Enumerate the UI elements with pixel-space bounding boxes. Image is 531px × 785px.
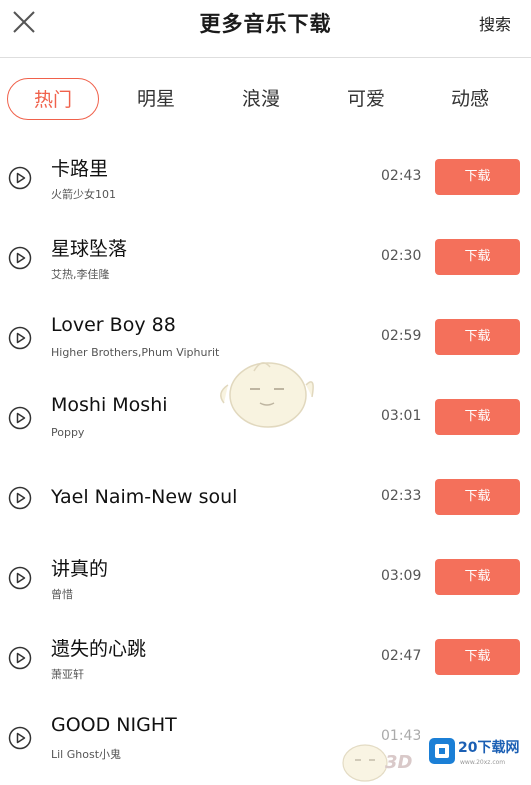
download-button[interactable]: 下载 (435, 399, 520, 435)
song-artist: Higher Brothers,Phum Viphurit (51, 346, 220, 359)
download-button[interactable]: 下载 (435, 319, 520, 355)
play-icon[interactable] (8, 646, 32, 670)
download-button[interactable]: 下载 (435, 159, 520, 195)
play-icon[interactable] (8, 486, 32, 510)
song-title: 星球坠落 (51, 238, 128, 260)
song-artist: 萧亚轩 (51, 668, 84, 681)
tab-cute[interactable]: 可爱 (320, 78, 412, 120)
song-row: Yael Naim-New soul 02:33 下载 (0, 460, 531, 540)
song-artist: Poppy (51, 426, 85, 439)
mascot-watermark-icon (220, 362, 314, 428)
site-logo-url: www.20xz.com (460, 759, 506, 766)
song-row: 卡路里 火箭少女101 02:43 下载 (0, 140, 531, 220)
category-tabs: 热门 明星 浪漫 可爱 动感 (0, 58, 531, 140)
song-artist: 曾惜 (51, 588, 73, 601)
song-duration: 03:09 (381, 568, 422, 584)
tab-dynamic[interactable]: 动感 (424, 78, 516, 120)
song-row: 讲真的 曾惜 03:09 下载 (0, 540, 531, 620)
top-bar: 更多音乐下载 搜索 (0, 0, 531, 58)
tab-romantic[interactable]: 浪漫 (215, 78, 307, 120)
play-icon[interactable] (8, 246, 32, 270)
download-button[interactable]: 下载 (435, 239, 520, 275)
tab-stars[interactable]: 明星 (110, 78, 202, 120)
song-row: 星球坠落 艾热,李佳隆 02:30 下载 (0, 220, 531, 300)
song-artist: 火箭少女101 (51, 188, 116, 201)
play-icon[interactable] (8, 326, 32, 350)
download-button[interactable]: 下载 (435, 639, 520, 675)
song-artist: Lil Ghost小鬼 (51, 748, 122, 761)
play-icon[interactable] (8, 566, 32, 590)
song-title: 讲真的 (51, 558, 109, 580)
song-duration: 02:59 (381, 328, 422, 344)
song-duration: 02:43 (381, 168, 422, 184)
download-button[interactable]: 下载 (435, 559, 520, 595)
song-title: Moshi Moshi (51, 394, 168, 416)
song-duration: 03:01 (381, 408, 422, 424)
site-logo-watermark: 20下载网 www.20xz.com (420, 728, 531, 785)
tab-hot[interactable]: 热门 (7, 78, 99, 120)
song-title: 遗失的心跳 (51, 638, 147, 660)
song-duration: 02:30 (381, 248, 422, 264)
watermark-3d-text: 3D (385, 752, 413, 773)
play-icon[interactable] (8, 406, 32, 430)
song-duration: 02:47 (381, 648, 422, 664)
search-button[interactable]: 搜索 (479, 11, 511, 35)
song-title: Lover Boy 88 (51, 314, 176, 336)
song-title: Yael Naim-New soul (51, 486, 238, 508)
play-icon[interactable] (8, 726, 32, 750)
song-duration: 02:33 (381, 488, 422, 504)
play-icon[interactable] (8, 166, 32, 190)
site-logo-icon (429, 738, 455, 764)
song-title: 卡路里 (51, 158, 109, 180)
download-button[interactable]: 下载 (435, 479, 520, 515)
song-row: 遗失的心跳 萧亚轩 02:47 下载 (0, 620, 531, 700)
song-title: GOOD NIGHT (51, 714, 177, 736)
song-artist: 艾热,李佳隆 (51, 268, 110, 281)
page-title: 更多音乐下载 (199, 12, 332, 36)
site-logo-text: 20下载网 (458, 740, 520, 756)
